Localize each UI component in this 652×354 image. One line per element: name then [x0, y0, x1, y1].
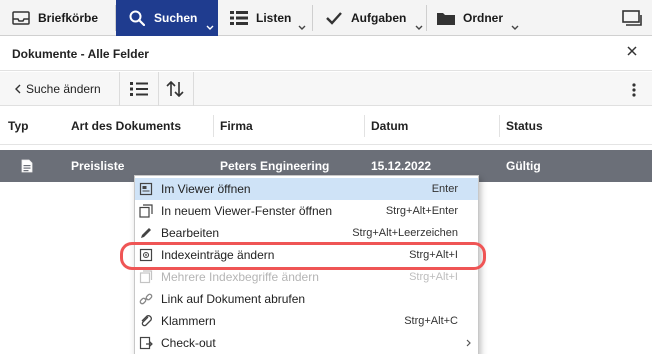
- multi-index-icon: [139, 270, 153, 284]
- document-icon: [21, 159, 33, 173]
- menu-item-label: Mehrere Indexbegriffe ändern: [161, 270, 319, 284]
- column-divider[interactable]: [499, 115, 500, 137]
- menu-item-open-viewer[interactable]: Im Viewer öffnen Enter: [135, 178, 478, 200]
- toolbar-label: Suchen: [154, 11, 198, 25]
- list-view-icon[interactable]: [130, 81, 148, 97]
- chevron-down-icon[interactable]: [206, 24, 214, 32]
- link-icon: [139, 292, 153, 306]
- inbox-icon: [12, 11, 30, 25]
- column-header-art[interactable]: Art des Dokuments: [71, 107, 181, 145]
- column-divider[interactable]: [213, 115, 214, 137]
- menu-item-label: Klammern: [161, 314, 216, 328]
- cell-status: Gültig: [506, 159, 541, 173]
- column-header-typ[interactable]: Typ: [8, 107, 28, 145]
- checkmark-icon: [325, 11, 343, 25]
- viewer-icon: [139, 182, 153, 196]
- folder-icon: [437, 11, 455, 25]
- toolbar-ordner-button[interactable]: Ordner: [427, 0, 523, 36]
- search-icon: [128, 10, 146, 26]
- menu-item-edit-multiple-index[interactable]: Mehrere Indexbegriffe ändern Strg+Alt+I: [135, 266, 478, 288]
- menu-item-label: Link auf Dokument abrufen: [161, 292, 306, 306]
- menu-item-shortcut: Strg+Alt+C: [404, 315, 458, 327]
- checkout-icon: [139, 336, 153, 350]
- menu-item-label: Check-out: [161, 336, 216, 350]
- chevron-right-icon: [466, 339, 471, 347]
- chevron-down-icon[interactable]: [511, 24, 519, 32]
- column-divider[interactable]: [364, 115, 365, 137]
- menu-item-edit-index[interactable]: Indexeinträge ändern Strg+Alt+I: [135, 244, 478, 266]
- back-to-search-button[interactable]: Suche ändern: [14, 72, 109, 106]
- pencil-icon: [139, 226, 153, 240]
- more-vertical-icon[interactable]: [632, 83, 636, 97]
- menu-item-label: In neuem Viewer-Fenster öffnen: [161, 204, 332, 218]
- toolbar-label: Ordner: [463, 11, 504, 25]
- new-window-icon: [139, 204, 153, 218]
- menu-item-shortcut: Enter: [431, 183, 458, 195]
- subtoolbar-divider: [193, 72, 194, 106]
- sort-icon[interactable]: [166, 81, 184, 97]
- menu-item-shortcut: Strg+Alt+Enter: [385, 205, 458, 217]
- chevron-down-icon[interactable]: [415, 24, 423, 32]
- menu-item-get-link[interactable]: Link auf Dokument abrufen: [135, 288, 478, 310]
- column-header-firma[interactable]: Firma: [220, 107, 253, 145]
- column-header-status[interactable]: Status: [506, 107, 543, 145]
- paperclip-icon: [139, 314, 153, 328]
- menu-item-shortcut: Strg+Alt+I: [409, 271, 458, 283]
- chevron-left-icon: [15, 84, 21, 94]
- search-subtoolbar: Suche ändern: [0, 72, 652, 106]
- index-edit-icon: [139, 248, 153, 262]
- menu-item-label: Im Viewer öffnen: [161, 182, 251, 196]
- main-toolbar: Briefkörbe Suchen Listen Aufgaben Ordner: [0, 0, 652, 36]
- menu-item-edit[interactable]: Bearbeiten Strg+Alt+Leerzeichen: [135, 222, 478, 244]
- menu-item-shortcut: Strg+Alt+I: [409, 249, 458, 261]
- close-icon[interactable]: [626, 45, 638, 57]
- toolbar-suchen-button[interactable]: Suchen: [116, 0, 218, 36]
- toolbar-label: Aufgaben: [351, 11, 407, 25]
- chevron-down-icon[interactable]: [298, 24, 306, 32]
- window-icon[interactable]: [622, 9, 642, 27]
- cell-art: Preisliste: [71, 159, 125, 173]
- panel-title: Dokumente - Alle Felder: [12, 47, 149, 61]
- column-header-datum[interactable]: Datum: [371, 107, 408, 145]
- panel-header: Dokumente - Alle Felder: [0, 37, 652, 71]
- menu-item-label: Indexeinträge ändern: [161, 248, 275, 262]
- menu-item-shortcut: Strg+Alt+Leerzeichen: [352, 227, 458, 239]
- menu-item-checkout[interactable]: Check-out: [135, 332, 478, 354]
- menu-item-clip[interactable]: Klammern Strg+Alt+C: [135, 310, 478, 332]
- subtoolbar-divider: [119, 72, 120, 106]
- list-grid-icon: [230, 11, 248, 25]
- toolbar-briefkoerbe-button[interactable]: Briefkörbe: [0, 0, 114, 36]
- subtoolbar-divider: [158, 72, 159, 106]
- table-header: Typ Art des Dokuments Firma Datum Status: [0, 107, 652, 145]
- toolbar-label: Listen: [256, 11, 292, 25]
- toolbar-aufgaben-button[interactable]: Aufgaben: [313, 0, 425, 36]
- toolbar-listen-button[interactable]: Listen: [218, 0, 310, 36]
- context-menu: Im Viewer öffnen Enter In neuem Viewer-F…: [134, 175, 479, 354]
- back-label: Suche ändern: [26, 82, 101, 96]
- toolbar-label: Briefkörbe: [38, 11, 99, 25]
- menu-item-open-new-window[interactable]: In neuem Viewer-Fenster öffnen Strg+Alt+…: [135, 200, 478, 222]
- menu-item-label: Bearbeiten: [161, 226, 220, 240]
